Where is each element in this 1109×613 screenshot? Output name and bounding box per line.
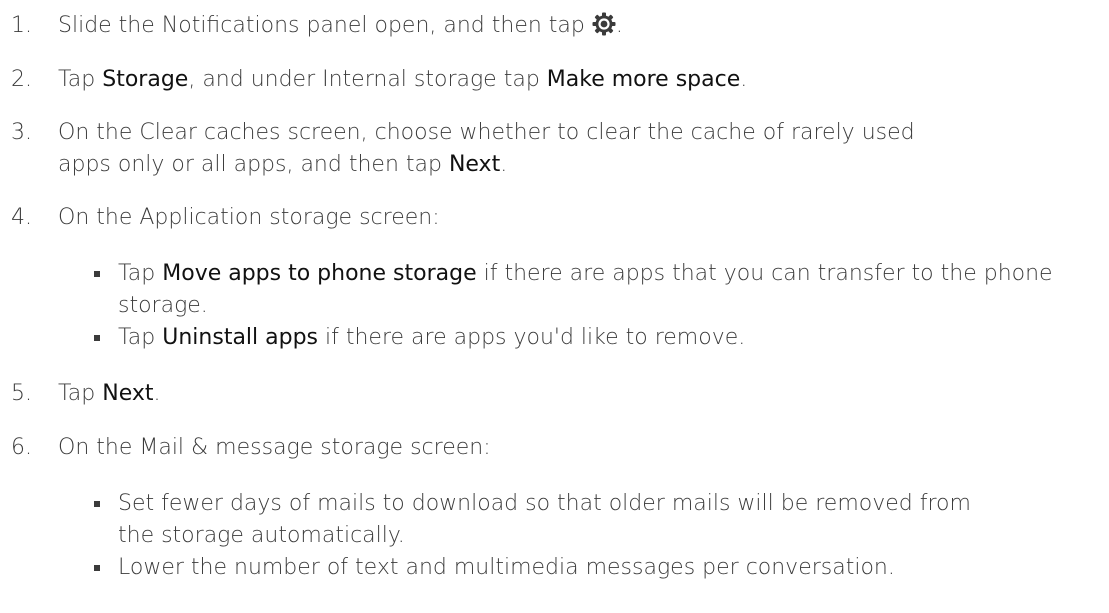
bullet-text-segment: Tap [118,261,163,286]
ui-term-move-apps-to-phone-storage: Move apps to phone storage [162,261,477,286]
ui-term-next: Next [448,152,501,177]
ui-term-make-more-space: Make more space [546,67,741,92]
step-number: 3. [11,120,32,145]
step-text-segment: On the Mail & message storage screen: [58,435,491,460]
bullet-text-segment: Set fewer days of mails to download so t… [118,491,971,548]
step-text: On the Clear caches screen, choose wheth… [58,117,938,181]
step-number: 5. [11,381,32,406]
step-text-segment: . [500,152,508,177]
step-text: Tap Storage, and under Internal storage … [58,64,1103,96]
step-text-segment: . [153,381,161,406]
gear-icon [592,12,616,36]
ui-term-uninstall-apps: Uninstall apps [162,325,319,350]
bullet-text: Tap Move apps to phone storage if there … [118,258,1103,322]
instruction-document: 1. Slide the Notifications panel open, a… [0,0,1109,613]
bullet-text-segment: if there are apps you'd like to remove. [318,325,746,350]
step-number: 1. [11,13,32,38]
step-text-segment: Tap [58,381,103,406]
step-text-segment: Tap [58,67,103,92]
step-text-segment: On the Application storage screen: [58,205,440,230]
bullet-text: Tap Uninstall apps if there are apps you… [118,322,1103,354]
step-text: On the Application storage screen: [58,202,1103,234]
step-text: On the Mail & message storage screen: [58,432,1103,464]
bullet-text: Set fewer days of mails to download so t… [118,488,998,552]
step-text-segment: . [615,13,623,38]
step-number: 6. [11,435,32,460]
bullet-marker [94,501,100,507]
bullet-marker [94,565,100,571]
step-text: Tap Next. [58,378,1103,410]
ui-term-next: Next [102,381,154,406]
bullet-text-segment: Lower the number of text and multimedia … [118,555,895,580]
step-number: 2. [11,67,32,92]
bullet-marker [94,271,100,277]
step-text: Slide the Notifications panel open, and … [58,10,1103,42]
step-text-segment: , and under Internal storage tap [188,67,547,92]
bullet-text: Lower the number of text and multimedia … [118,552,1103,584]
bullet-marker [94,335,100,341]
step-number: 4. [11,205,32,230]
bullet-text-segment: Tap [118,325,163,350]
step-text-segment: . [740,67,748,92]
ui-term-storage: Storage [102,67,189,92]
step-text-segment: Slide the Notifications panel open, and … [58,13,592,38]
